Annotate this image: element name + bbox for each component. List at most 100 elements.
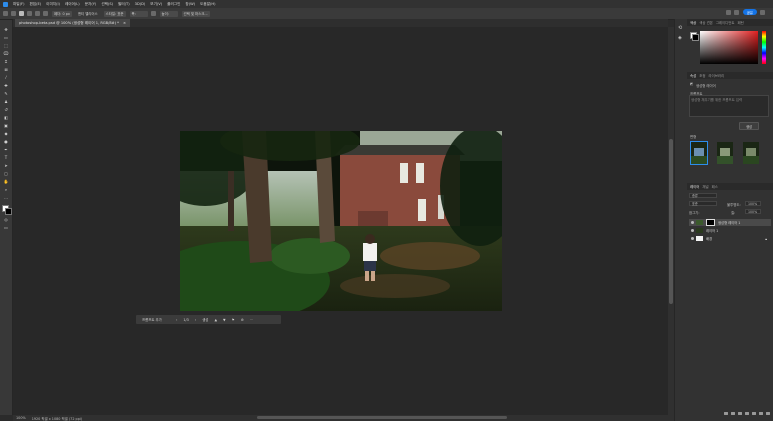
tab-swatches[interactable]: 색상 견본 — [699, 20, 713, 25]
document-tab[interactable]: photoshop-beta.psd @ 100% (생성형 레이어 1, RG… — [15, 19, 130, 27]
link-layers-icon[interactable] — [724, 411, 728, 415]
workspace-icon[interactable] — [760, 9, 765, 15]
marquee-tool-icon[interactable] — [11, 11, 16, 16]
libraries-icon[interactable]: ◈ — [678, 35, 684, 41]
fill-field[interactable]: 100% — [745, 209, 761, 214]
home-icon[interactable] — [3, 11, 8, 16]
panel-generate-button[interactable]: 생성 — [739, 122, 759, 130]
group-icon[interactable] — [752, 411, 756, 415]
frame-tool-icon[interactable]: ⊠ — [3, 68, 9, 72]
tab-libraries[interactable]: 라이브러리 — [709, 73, 725, 78]
color-picker-field[interactable] — [700, 31, 758, 64]
add-selection-icon[interactable] — [27, 11, 32, 16]
add-mask-icon[interactable] — [738, 411, 742, 415]
menu-3d[interactable]: 3D(D) — [135, 2, 146, 6]
tab-paths[interactable]: 패스 — [712, 184, 718, 189]
marquee-tool-icon[interactable]: ⬚ — [3, 44, 9, 48]
lasso-tool-icon[interactable]: ↀ — [3, 52, 9, 56]
document-image[interactable] — [180, 131, 502, 311]
zoom-level[interactable]: 100% — [16, 416, 26, 420]
layer-mask-thumbnail[interactable] — [706, 219, 715, 226]
subtract-selection-icon[interactable] — [35, 11, 40, 16]
menu-file[interactable]: 파일(F) — [13, 2, 24, 7]
more-options-icon[interactable]: ⋯ — [250, 318, 253, 322]
menu-view[interactable]: 보기(V) — [150, 2, 162, 7]
document-size-info[interactable]: 1920 픽셀 x 1080 픽셀 (72 ppi) — [32, 416, 82, 421]
menu-help[interactable]: 도움말(H) — [200, 2, 215, 7]
visibility-eye-icon[interactable] — [691, 229, 694, 232]
new-selection-icon[interactable] — [19, 11, 24, 16]
tab-properties[interactable]: 속성 — [690, 73, 696, 78]
screen-mode-icon[interactable]: ▭ — [3, 226, 9, 230]
menu-select[interactable]: 선택(S) — [101, 2, 113, 7]
gradient-tool-icon[interactable]: ▣ — [3, 124, 9, 128]
settings-icon[interactable]: ⚙ — [241, 318, 244, 322]
background-swatch[interactable] — [692, 34, 699, 41]
blur-tool-icon[interactable]: ◆ — [3, 132, 9, 136]
hand-tool-icon[interactable]: ✋ — [3, 180, 9, 184]
menu-window[interactable]: 창(W) — [185, 2, 195, 7]
tab-gradients[interactable]: 그레이디언트 — [716, 20, 735, 25]
layer-filter-dropdown[interactable]: 종류 — [689, 193, 717, 198]
quick-mask-icon[interactable]: ◎ — [3, 218, 9, 222]
menu-plugins[interactable]: 플러그인 — [167, 2, 180, 7]
menu-filter[interactable]: 필터(T) — [118, 2, 130, 7]
history-brush-icon[interactable]: ↺ — [3, 108, 9, 112]
vertical-scroll-thumb[interactable] — [669, 139, 673, 304]
prompt-textarea[interactable]: 생성형 채우기를 위한 프롬프트 입력 — [689, 95, 769, 117]
antialias-checkbox[interactable]: 앤티 앨리어스 — [76, 11, 100, 17]
visibility-eye-icon[interactable] — [691, 237, 694, 240]
menu-image[interactable]: 이미지(I) — [46, 2, 60, 7]
next-variation-icon[interactable]: › — [195, 318, 196, 322]
dodge-tool-icon[interactable]: ● — [3, 140, 9, 144]
flag-icon[interactable]: ⚑ — [232, 318, 235, 322]
layer-row[interactable]: 레이어 1 — [689, 227, 771, 234]
tab-layers[interactable]: 레이어 — [690, 184, 699, 189]
variation-thumbnail-3[interactable] — [742, 141, 760, 165]
thumbs-up-icon[interactable]: ▲ — [214, 318, 217, 322]
blend-mode-dropdown[interactable]: 표준 — [689, 201, 717, 206]
tab-color[interactable]: 색상 — [690, 20, 696, 25]
tab-adjustments[interactable]: 조정 — [699, 73, 705, 78]
move-tool-icon[interactable]: ✥ — [3, 28, 9, 32]
delete-layer-icon[interactable] — [766, 411, 770, 415]
tab-patterns[interactable]: 패턴 — [738, 20, 744, 25]
photoshop-logo-icon[interactable] — [3, 1, 8, 7]
adjustment-layer-icon[interactable] — [745, 411, 749, 415]
healing-brush-icon[interactable]: ✚ — [3, 84, 9, 88]
feather-control[interactable]: 페더: 0 px — [52, 10, 72, 17]
layer-row[interactable]: 생성형 레이어 1 — [689, 219, 771, 226]
layer-row[interactable]: 배경 🔒︎ — [689, 235, 771, 242]
search-icon[interactable] — [733, 9, 739, 15]
swap-icon[interactable] — [150, 11, 156, 16]
background-color-swatch[interactable] — [5, 208, 12, 215]
type-tool-icon[interactable]: T — [3, 156, 9, 160]
select-and-mask-button[interactable]: 선택 및 마스크... — [181, 10, 210, 17]
artboard-tool-icon[interactable]: ▭ — [3, 36, 9, 40]
eraser-tool-icon[interactable]: ◧ — [3, 116, 9, 120]
prev-variation-icon[interactable]: ‹ — [176, 318, 177, 322]
hue-slider[interactable] — [762, 31, 766, 64]
history-icon[interactable]: ⟲ — [678, 25, 684, 31]
crop-tool-icon[interactable]: ⌗ — [3, 60, 9, 64]
pen-tool-icon[interactable]: ✒ — [3, 148, 9, 152]
menu-edit[interactable]: 편집(E) — [29, 2, 41, 7]
variation-thumbnail-2[interactable] — [716, 141, 734, 165]
shape-tool-icon[interactable]: ▢ — [3, 172, 9, 176]
tab-channels[interactable]: 채널 — [702, 184, 708, 189]
width-field[interactable]: 폭: — [129, 10, 148, 17]
eyedropper-tool-icon[interactable]: ⁄ — [3, 76, 9, 80]
intersect-selection-icon[interactable] — [43, 11, 48, 16]
generate-button[interactable]: 생성 — [202, 317, 208, 322]
menu-layer[interactable]: 레이어(L) — [65, 2, 80, 7]
zoom-tool-icon[interactable]: ⌕ — [3, 188, 9, 192]
menu-type[interactable]: 문자(Y) — [85, 2, 97, 7]
height-field[interactable]: 높이: — [159, 10, 178, 17]
path-select-icon[interactable]: ➤ — [3, 164, 9, 168]
opacity-field[interactable]: 100% — [745, 201, 761, 206]
new-layer-icon[interactable] — [759, 411, 763, 415]
stamp-tool-icon[interactable]: ♟ — [3, 100, 9, 104]
cloud-icon[interactable] — [725, 9, 731, 15]
layer-name[interactable]: 레이어 1 — [706, 228, 718, 233]
variation-thumbnail-1[interactable] — [690, 141, 708, 165]
